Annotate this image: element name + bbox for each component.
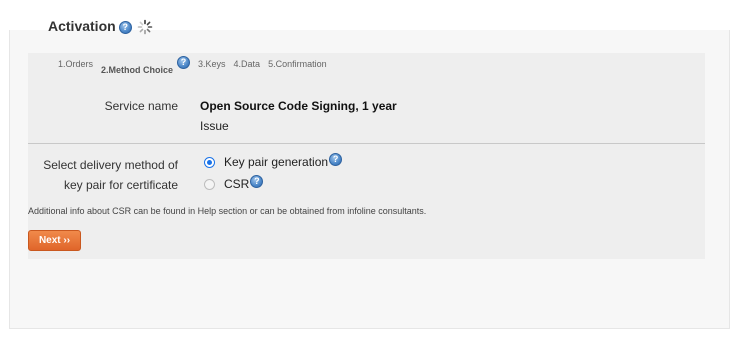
option-key-pair-generation-label[interactable]: Key pair generation	[224, 155, 328, 169]
info-text: Additional info about CSR can be found i…	[28, 206, 427, 216]
step-orders[interactable]: 1.Orders	[58, 59, 93, 69]
option-csr-label[interactable]: CSR	[224, 177, 249, 191]
delivery-method-label-line2: key pair for certificate	[63, 178, 178, 192]
option-key-pair-generation[interactable]: Key pair generation ?	[204, 152, 343, 169]
page-title: Activation	[48, 18, 116, 34]
csr-help-icon[interactable]: ?	[250, 174, 264, 188]
radio-key-pair-generation[interactable]	[204, 156, 215, 168]
service-name-label: Service name	[104, 99, 178, 113]
step-confirmation: 5.Confirmation	[268, 59, 327, 69]
option-csr[interactable]: CSR ?	[204, 174, 264, 191]
step-help-icon[interactable]: ?	[177, 56, 191, 69]
step-keys: 3.Keys	[198, 59, 226, 69]
delivery-method-label: Select delivery method of key pair for c…	[43, 155, 178, 195]
service-action: Issue	[200, 119, 229, 133]
wizard-steps: 1.Orders 2.Method Choice ? 3.Keys 4.Data…	[58, 56, 335, 75]
help-icon[interactable]: ?	[118, 20, 132, 34]
delivery-method-label-line1: Select delivery method of	[43, 158, 178, 172]
step-method-choice: 2.Method Choice	[101, 65, 174, 75]
step-data: 4.Data	[233, 59, 261, 69]
activation-form: 1.Orders 2.Method Choice ? 3.Keys 4.Data…	[28, 53, 705, 259]
loading-spinner-icon	[137, 19, 152, 34]
header: Activation ?	[48, 15, 153, 37]
key-pair-help-icon[interactable]: ?	[329, 152, 343, 166]
service-name-value: Open Source Code Signing, 1 year	[200, 99, 397, 113]
page: Activation ? 1.Orders 2.Method Choice ? …	[0, 0, 746, 346]
radio-csr[interactable]	[204, 178, 215, 190]
next-button[interactable]: Next ››	[28, 230, 81, 251]
divider	[28, 143, 705, 144]
